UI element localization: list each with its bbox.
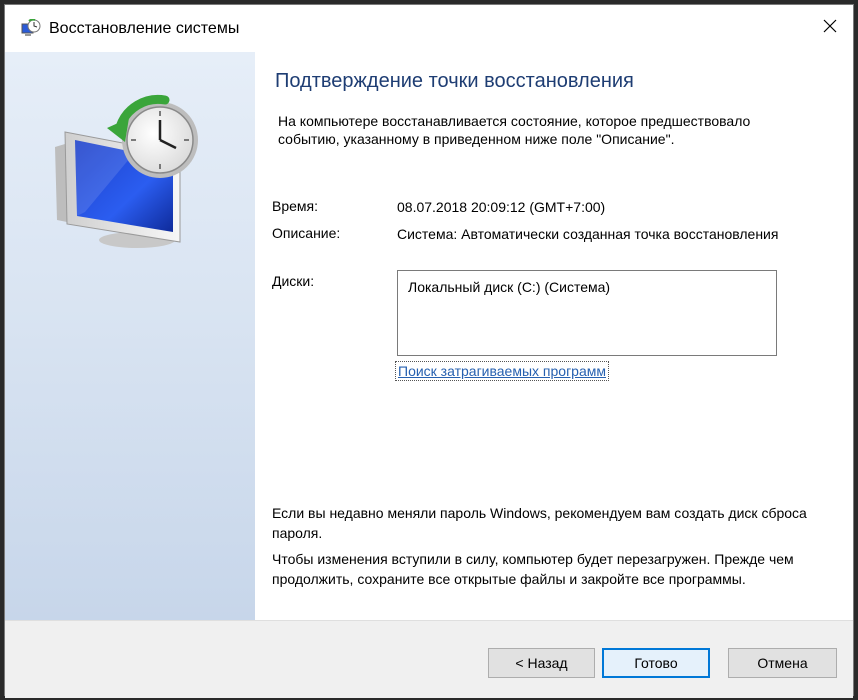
time-value: 08.07.2018 20:09:12 (GMT+7:00) (397, 199, 606, 215)
disk-item[interactable]: Локальный диск (C:) (Система) (408, 279, 766, 295)
disks-label: Диски: (272, 273, 315, 289)
footer-bar: < Назад Готово Отмена (5, 620, 853, 698)
intro-text: На компьютере восстанавливается состояни… (278, 113, 751, 147)
system-restore-monitor-clock-icon (45, 92, 215, 252)
finish-button[interactable]: Готово (602, 648, 710, 678)
cancel-button[interactable]: Отмена (728, 648, 837, 678)
window-title: Восстановление системы (49, 20, 240, 37)
description-value: Система: Автоматически созданная точка в… (397, 226, 779, 242)
back-button[interactable]: < Назад (488, 648, 595, 678)
scan-affected-programs-link[interactable]: Поиск затрагиваемых программ (395, 361, 610, 381)
system-restore-window: Восстановление системы Подтверждение точ… (4, 4, 854, 698)
disks-list[interactable]: Локальный диск (C:) (Система) (397, 270, 777, 356)
restart-warning: Чтобы изменения вступили в силу, компьют… (272, 551, 794, 587)
page-title: Подтверждение точки восстановления (275, 70, 634, 92)
title-bar: Восстановление системы (5, 5, 853, 52)
close-button[interactable] (807, 5, 853, 52)
content-panel: Подтверждение точки восстановления На ко… (255, 52, 853, 620)
close-icon (822, 18, 838, 39)
system-restore-icon (21, 18, 41, 39)
time-label: Время: (272, 198, 319, 214)
description-label: Описание: (272, 225, 341, 241)
sidebar-banner (5, 52, 255, 620)
password-reset-note: Если вы недавно меняли пароль Windows, р… (272, 505, 807, 541)
